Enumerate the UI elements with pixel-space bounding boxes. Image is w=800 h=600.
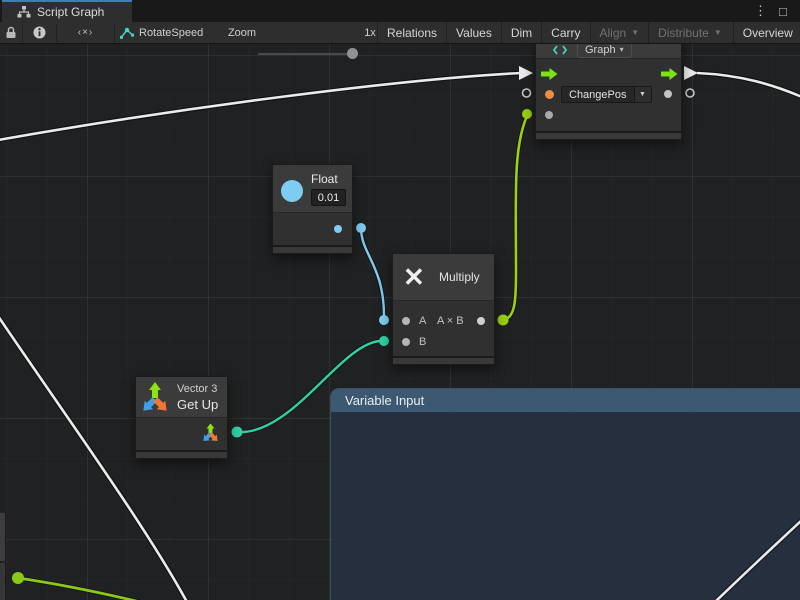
set-variable-footer [535, 131, 682, 140]
relations-button[interactable]: Relations [377, 22, 446, 43]
toolbar-menu: Relations Values Dim Carry Align▼ Distri… [377, 22, 800, 43]
code-angle-icon: ‹×› [78, 27, 94, 38]
script-graph-icon [17, 6, 31, 18]
values-button[interactable]: Values [446, 22, 501, 43]
tab-title: Script Graph [37, 5, 104, 19]
float-title: Float [311, 172, 338, 186]
align-button[interactable]: Align▼ [590, 22, 649, 43]
vector3-arrows-icon [141, 381, 169, 414]
control-output-arrow-icon[interactable] [661, 68, 678, 80]
multiply-b-label: B [419, 336, 426, 348]
dim-button[interactable]: Dim [501, 22, 541, 43]
variable-scope-label: Graph [585, 44, 616, 56]
tab-script-graph[interactable]: Script Graph [2, 0, 132, 22]
group-panel-title: Variable Input [345, 393, 424, 408]
node-vector3-get-up[interactable]: Vector 3 Get Up [135, 376, 228, 459]
graph-pointer-button[interactable]: RotateSpeed [120, 22, 206, 43]
close-icon[interactable]: ✕ [793, 3, 800, 19]
carry-button[interactable]: Carry [541, 22, 589, 43]
node-multiply[interactable]: ✕ Multiply A A × B B [392, 253, 495, 365]
vector3-type-label: Vector 3 [177, 383, 217, 395]
node-set-variable[interactable]: Graph ▾ ChangePos ▼ [535, 38, 682, 140]
graph-pointer-label: RotateSpeed [139, 27, 203, 39]
edge-node-fragment-body[interactable] [0, 563, 6, 600]
multiply-output-label: A × B [437, 315, 464, 327]
zoom-slider-track[interactable] [258, 53, 353, 55]
zoom-label: Zoom [226, 22, 258, 43]
control-input-arrow-icon[interactable] [541, 68, 558, 80]
zoom-slider-handle[interactable] [347, 48, 358, 59]
variable-name-port[interactable] [545, 90, 554, 99]
graph-scope-icon [553, 45, 567, 55]
group-panel-header[interactable]: Variable Input [331, 389, 800, 413]
variable-name-dropdown[interactable]: ChangePos ▼ [561, 86, 652, 103]
overview-button[interactable]: Overview [733, 22, 800, 43]
float-footer [272, 245, 353, 254]
vector3-footer [135, 450, 228, 459]
multiply-x-icon: ✕ [403, 262, 425, 293]
float-output-port[interactable] [334, 225, 342, 233]
caret-down-icon[interactable]: ▼ [634, 86, 652, 103]
info-button[interactable] [23, 22, 56, 43]
variable-output-port[interactable] [664, 90, 672, 98]
multiply-title: Multiply [439, 270, 480, 284]
lock-button[interactable] [0, 22, 22, 43]
float-circle-icon [281, 180, 303, 202]
group-panel-body [331, 413, 800, 600]
vector3-header: Vector 3 Get Up [136, 377, 227, 418]
caret-down-icon: ▼ [631, 28, 639, 37]
float-value-field[interactable]: 0.01 [311, 189, 346, 206]
graph-pointer-icon [120, 27, 134, 39]
multiply-a-port[interactable] [402, 317, 410, 325]
window-controls: ⋮ □ ✕ [748, 0, 800, 22]
variable-value-port[interactable] [545, 111, 553, 119]
distribute-button[interactable]: Distribute▼ [648, 22, 731, 43]
info-icon [33, 26, 46, 39]
multiply-header: ✕ Multiply [393, 254, 494, 301]
code-angle-button[interactable]: ‹×› [57, 22, 114, 43]
variable-name-value: ChangePos [561, 86, 634, 103]
multiply-footer [392, 356, 495, 365]
caret-down-icon: ▼ [714, 28, 722, 37]
vector3-title: Get Up [177, 397, 218, 412]
group-panel-variable-input[interactable]: Variable Input [330, 388, 800, 600]
lock-icon [5, 26, 17, 39]
multiply-a-label: A [419, 315, 426, 327]
vector3-output-port-icon[interactable] [202, 423, 219, 442]
float-header: Float 0.01 [273, 165, 352, 213]
window-menu-icon[interactable]: ⋮ [748, 3, 773, 19]
chevron-down-icon: ▾ [620, 45, 624, 54]
edge-node-fragment-header[interactable] [0, 513, 6, 561]
tab-bar: Script Graph ⋮ □ ✕ [0, 0, 800, 22]
multiply-b-port[interactable] [402, 338, 410, 346]
multiply-output-port[interactable] [477, 317, 485, 325]
script-graph-window: Variable Input [0, 0, 800, 600]
node-float-literal[interactable]: Float 0.01 [272, 164, 353, 254]
maximize-icon[interactable]: □ [773, 4, 793, 19]
graph-toolbar: ‹×› RotateSpeed Zoom 1x Relations Va [0, 22, 800, 44]
zoom-value: 1x [362, 22, 378, 43]
